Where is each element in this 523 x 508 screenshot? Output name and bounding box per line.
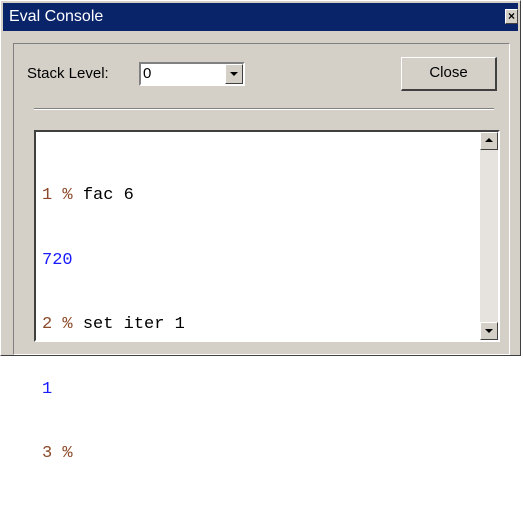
console-result: 1 (42, 379, 53, 399)
scroll-up-button[interactable] (480, 132, 498, 150)
chevron-down-icon (230, 72, 238, 76)
window-title: Eval Console (9, 8, 104, 25)
console-command: fac 6 (82, 186, 134, 205)
vertical-scrollbar[interactable] (480, 132, 498, 340)
console-command: set iter 1 (82, 315, 185, 334)
console-line[interactable]: 3 % (42, 443, 185, 465)
stack-level-label: Stack Level: (27, 65, 109, 82)
console-prompt: 3 % (42, 444, 73, 463)
stack-level-value: 0 (143, 65, 152, 82)
console-prompt: 2 % (42, 315, 73, 334)
console-line: 720 (42, 250, 185, 272)
console-line: 1 (42, 379, 185, 401)
console-line: 1 % fac 6 (42, 185, 185, 207)
close-icon[interactable]: × (505, 9, 518, 24)
scroll-down-button[interactable] (480, 322, 498, 340)
close-button[interactable]: Close (401, 57, 497, 91)
arrow-down-icon (485, 329, 493, 333)
separator (34, 108, 494, 110)
console-line: 2 % set iter 1 (42, 314, 185, 336)
console-prompt: 1 % (42, 186, 73, 205)
eval-console-window: Eval Console × Stack Level: 0 Close 1 % … (0, 0, 521, 463)
console-result: 720 (42, 250, 73, 270)
console-text[interactable]: 1 % fac 6 720 2 % set iter 1 1 3 % (42, 142, 185, 508)
console-output[interactable]: 1 % fac 6 720 2 % set iter 1 1 3 % (34, 130, 500, 463)
arrow-up-icon (485, 138, 493, 142)
stack-level-select[interactable]: 0 (139, 62, 245, 86)
title-bar: Eval Console × (3, 3, 518, 31)
dropdown-button[interactable] (225, 64, 243, 84)
